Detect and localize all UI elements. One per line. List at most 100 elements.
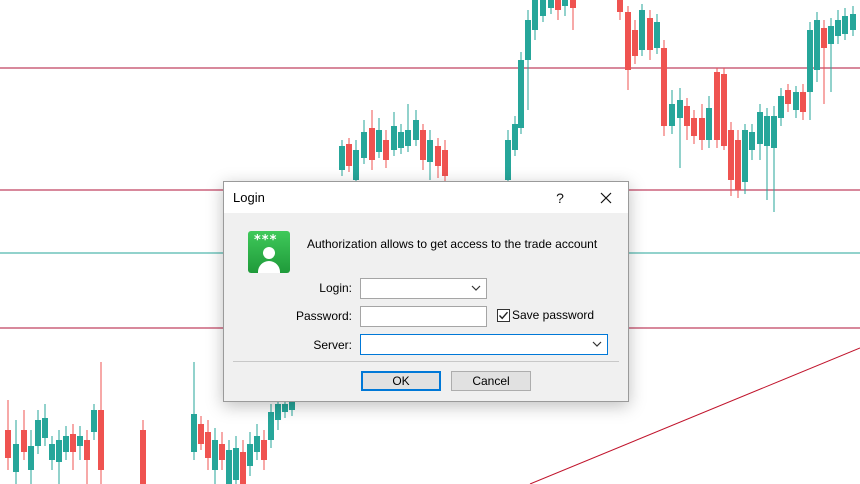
candle-body [771, 116, 777, 148]
candle-body [398, 132, 404, 148]
candle-body [233, 448, 239, 480]
password-label: Password: [295, 309, 352, 323]
checkmark-icon [498, 311, 509, 320]
candle-body [632, 30, 638, 56]
candle-body [757, 112, 763, 144]
candle-body [540, 0, 546, 16]
candle-body [669, 104, 675, 126]
candle-body [247, 444, 253, 466]
ok-button[interactable]: OK [361, 371, 441, 391]
candle-body [742, 130, 748, 182]
close-icon [600, 192, 612, 203]
icon-head [263, 247, 275, 259]
candle-body [63, 436, 69, 452]
candle-body [699, 118, 705, 140]
save-password-checkbox[interactable] [497, 309, 510, 322]
candle-body [261, 440, 267, 460]
candle-body [821, 28, 827, 48]
candle-body [735, 140, 741, 190]
candle-body [198, 424, 204, 444]
server-combobox[interactable] [360, 334, 608, 355]
cancel-button[interactable]: Cancel [451, 371, 531, 391]
candle-body [654, 22, 660, 48]
candle-body [684, 106, 690, 126]
candle-body [268, 412, 274, 440]
candle-body [691, 118, 697, 136]
candle-body [807, 30, 813, 92]
candle-body [405, 130, 411, 146]
candle-body [346, 144, 352, 166]
candle-body [35, 420, 41, 446]
help-button[interactable]: ? [538, 182, 582, 213]
password-field[interactable] [360, 306, 487, 327]
candle-body [728, 130, 734, 180]
candle-body [435, 146, 441, 166]
candle-body [49, 444, 55, 460]
candle-body [219, 444, 225, 460]
candle-body [289, 402, 295, 410]
candle-body [570, 0, 576, 8]
candle-body [548, 0, 554, 8]
candle-body [353, 150, 359, 180]
candle-body [778, 96, 784, 118]
candle-body [28, 446, 34, 470]
candle-body [361, 132, 367, 158]
candle-body [442, 150, 448, 176]
candle-body [391, 126, 397, 150]
candle-body [376, 130, 382, 152]
candle-body [661, 48, 667, 126]
candle-body [21, 430, 27, 452]
candle-body [639, 10, 645, 50]
login-label: Login: [319, 281, 352, 295]
candle-body [383, 140, 389, 160]
candle-body [191, 414, 197, 452]
separator [233, 361, 619, 362]
dialog-title: Login [233, 190, 265, 205]
authorization-message: Authorization allows to get access to th… [307, 237, 598, 251]
icon-stars: *** [254, 233, 278, 248]
candle-body [785, 90, 791, 104]
close-button[interactable] [584, 182, 628, 213]
candle-body [91, 410, 97, 432]
candle-body [677, 100, 683, 118]
chevron-down-icon[interactable] [470, 282, 482, 294]
candle-body [721, 74, 727, 146]
candle-body [98, 410, 104, 470]
candle-body [205, 432, 211, 458]
candle-body [427, 140, 433, 162]
login-combobox[interactable] [360, 278, 487, 299]
candle-body [339, 146, 345, 170]
candle-body [617, 0, 623, 12]
candle-body [842, 16, 848, 34]
candle-body [13, 444, 19, 472]
candle-body [254, 436, 260, 452]
server-label: Server: [313, 338, 352, 352]
candle-body [512, 124, 518, 150]
candle-body [850, 14, 856, 30]
candle-body [814, 20, 820, 70]
candle-body [800, 92, 806, 112]
chevron-down-icon[interactable] [591, 338, 603, 350]
candle-body [793, 92, 799, 110]
candle-body [5, 430, 11, 458]
candle-body [625, 12, 631, 70]
candle-body [212, 440, 218, 470]
user-key-icon: *** [248, 231, 290, 273]
candle-body [562, 0, 568, 6]
candle-body [518, 60, 524, 128]
candle-body [84, 440, 90, 460]
candle-body [413, 120, 419, 140]
save-password-label[interactable]: Save password [512, 308, 594, 322]
candle-body [828, 26, 834, 44]
candle-body [140, 430, 146, 484]
candle-body [275, 404, 281, 420]
candle-body [226, 450, 232, 484]
dialog-titlebar[interactable]: Login ? [224, 182, 628, 213]
icon-shoulders [258, 261, 280, 273]
candle-body [282, 404, 288, 412]
candle-body [647, 18, 653, 50]
candle-body [420, 130, 426, 160]
candle-body [555, 0, 561, 10]
candle-body [505, 140, 511, 180]
candle-body [240, 452, 246, 484]
